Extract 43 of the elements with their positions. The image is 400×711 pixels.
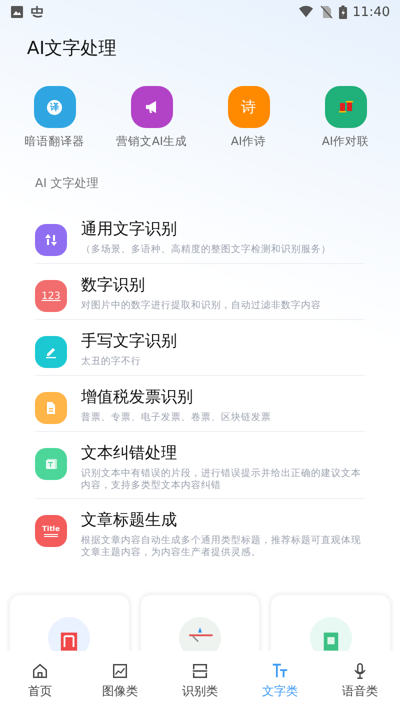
status-time: 11:40 — [352, 4, 390, 20]
scan-icon — [191, 662, 209, 680]
feature-icon[interactable] — [35, 392, 67, 424]
section-title: AI 文字处理 — [35, 175, 100, 192]
feature-title: 数字识别 — [81, 274, 146, 296]
feature-title: 增值税发票识别 — [81, 386, 194, 408]
nav-tab[interactable]: 图像类 — [80, 651, 160, 711]
feature-description: （多场景、多语种、高精度的整图文字检测和识别服务） — [81, 244, 332, 256]
couplet-icon — [338, 99, 354, 115]
tool-button[interactable] — [130, 86, 172, 128]
feature-title: 通用文字识别 — [81, 218, 178, 240]
tool-button[interactable]: 诗 — [228, 86, 270, 128]
page-title: AI文字处理 — [27, 37, 118, 60]
nav-tab[interactable]: 识别类 — [160, 651, 240, 711]
text-size-icon — [271, 662, 289, 680]
home-icon — [31, 662, 49, 680]
feature-description: 普票、专票、电子发票、卷票、区块链发票 — [81, 412, 272, 424]
tool-button[interactable]: 译 — [34, 86, 76, 128]
picture-icon — [10, 5, 24, 19]
nav-tab[interactable]: 文字类 — [240, 651, 320, 711]
tool-label: 营销文AI生成 — [116, 134, 188, 149]
feature-description: 太丑的字不行 — [81, 356, 142, 368]
image-icon — [111, 662, 129, 680]
feature-title: 手写文字识别 — [81, 330, 178, 352]
nav-tab[interactable]: 首页 — [0, 651, 80, 711]
translate-icon: 译 — [47, 100, 62, 114]
tool-label: 暗语翻译器 — [24, 134, 84, 149]
feature-icon[interactable]: 123 — [35, 280, 67, 312]
feature-title: 文章标题生成 — [81, 509, 178, 531]
feature-description: 识别文本中有错误的片段，进行错误提示并给出正确的建议文本内容，支持多类型文本内容纠错 — [81, 468, 362, 491]
tool-label: AI作对联 — [322, 134, 370, 149]
feature-icon[interactable] — [35, 448, 67, 480]
feature-icon[interactable] — [35, 336, 67, 368]
tool-label: AI作诗 — [230, 134, 266, 149]
no-sim-icon — [318, 5, 333, 19]
feature-description: 根据文章内容自动生成多个通用类型标题，推荐标题可直观体现文章主题内容，为内容生产者提供灵感。 — [81, 535, 362, 558]
tool-button[interactable] — [324, 86, 366, 128]
feature-title: 文本纠错处理 — [81, 442, 178, 464]
feature-description: 对图片中的数字进行提取和识别，自动过滤非数字内容 — [81, 300, 322, 312]
wifi-icon — [298, 5, 313, 19]
nav-tab[interactable]: 语音类 — [320, 651, 400, 711]
feature-icon[interactable] — [35, 224, 67, 256]
battery-icon — [338, 5, 347, 19]
